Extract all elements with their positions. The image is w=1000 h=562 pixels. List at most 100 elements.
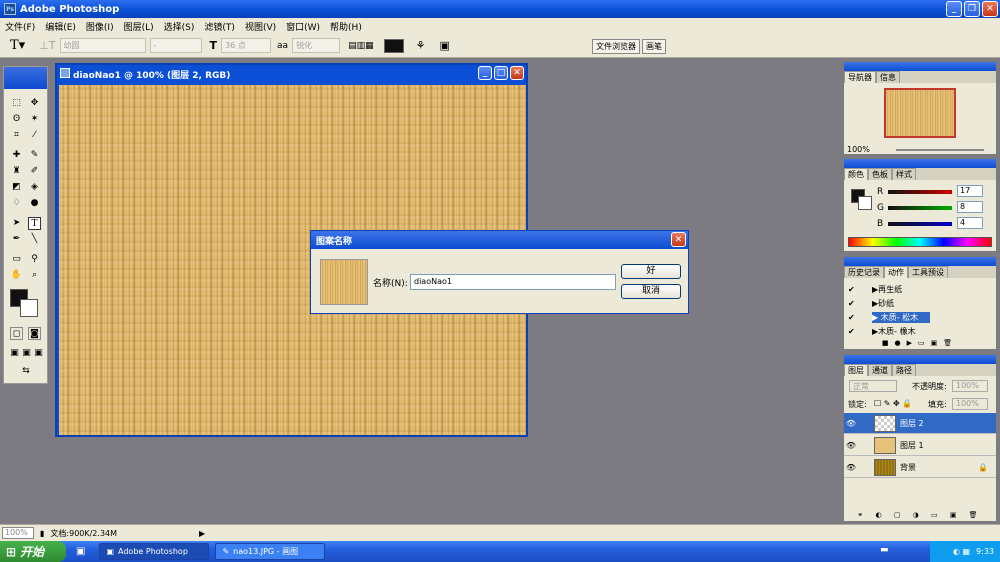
anti-alias-select[interactable]: 锐化 [292, 38, 341, 53]
background-color-swatch[interactable] [20, 299, 38, 317]
font-style-select[interactable]: - [149, 38, 202, 53]
r-slider[interactable] [888, 190, 952, 194]
quickmask-mode-icon[interactable]: ◙ [28, 327, 41, 340]
path-select-icon[interactable]: ➤ [10, 217, 23, 230]
g-slider[interactable] [888, 206, 952, 210]
fill-input[interactable]: 100% [952, 398, 988, 410]
move-tool-icon[interactable]: ✥ [28, 97, 41, 110]
menu-help[interactable]: 帮助(H) [325, 20, 367, 33]
tab-navigator[interactable]: 导航器 [844, 71, 876, 83]
lasso-tool-icon[interactable]: ʘ [10, 113, 23, 126]
tab-swatches[interactable]: 色板 [868, 168, 892, 180]
pattern-name-input[interactable]: diaoNao1 [410, 274, 616, 290]
ok-button[interactable]: 好 [621, 264, 681, 279]
bg-color-swatch[interactable] [858, 196, 872, 210]
tab-info[interactable]: 信息 [876, 71, 900, 83]
layer-row[interactable]: 👁 背景 🔒 [844, 457, 996, 478]
menu-filter[interactable]: 滤镜(T) [199, 20, 240, 33]
tab-brushes[interactable]: 画笔 [642, 39, 666, 54]
taskbar-item-paint[interactable]: ✎ nao13.JPG - 画图 [215, 543, 326, 560]
menu-window[interactable]: 窗口(W) [281, 20, 325, 33]
font-size-select[interactable]: 36 点 [221, 38, 272, 53]
menu-edit[interactable]: 编辑(E) [40, 20, 81, 33]
menu-image[interactable]: 图像(I) [81, 20, 119, 33]
eye-icon[interactable]: 👁 [844, 441, 858, 450]
taskbar-item-photoshop[interactable]: ▣ Adobe Photoshop [99, 543, 210, 560]
g-value[interactable]: 8 [957, 201, 983, 213]
color-spectrum-bar[interactable] [848, 237, 992, 247]
action-item[interactable]: ✔ ▶ 木质- 橡木 [844, 324, 996, 338]
align-buttons-icon[interactable]: ▤▥▦ [348, 41, 374, 51]
dialog-close-button[interactable]: ✕ [671, 232, 686, 247]
start-button[interactable]: ⊞ 开始 [0, 541, 66, 562]
clock[interactable]: 9:33 [976, 547, 994, 556]
navigator-thumbnail[interactable] [884, 88, 956, 138]
slice-tool-icon[interactable]: ⁄ [28, 129, 41, 142]
blur-tool-icon[interactable]: ♢ [10, 197, 23, 210]
close-button[interactable]: ✕ [982, 1, 998, 17]
text-color-swatch[interactable] [383, 38, 404, 53]
line-tool-icon[interactable]: ╲ [28, 233, 41, 246]
doc-close-button[interactable]: ✕ [510, 66, 524, 80]
layers-controls[interactable]: ⚭ ◐ ▢ ◑ ▭ ▣ 🗑 [844, 511, 996, 521]
minimize-button[interactable]: _ [946, 1, 962, 17]
lock-icons[interactable]: ☐ ✎ ✥ 🔒 [874, 399, 912, 408]
screen-mode-3-icon[interactable]: ▣ [32, 347, 45, 360]
tab-layers[interactable]: 图层 [844, 364, 868, 376]
tray-network-icon[interactable]: ▬ [880, 545, 889, 555]
menu-select[interactable]: 选择(S) [159, 20, 200, 33]
menu-layer[interactable]: 图层(L) [119, 20, 159, 33]
magic-wand-icon[interactable]: ✶ [28, 113, 41, 126]
paint-bucket-icon[interactable]: ◈ [28, 181, 41, 194]
eraser-tool-icon[interactable]: ◩ [10, 181, 23, 194]
eye-icon[interactable]: 👁 [844, 419, 858, 428]
crop-tool-icon[interactable]: ⌗ [10, 129, 23, 142]
tab-file-browser[interactable]: 文件浏览器 [592, 39, 640, 54]
history-brush-icon[interactable]: ✐ [28, 165, 41, 178]
stamp-tool-icon[interactable]: ♜ [10, 165, 23, 178]
navigator-zoom-slider[interactable] [896, 149, 984, 151]
tab-styles[interactable]: 样式 [892, 168, 916, 180]
tab-history[interactable]: 历史记录 [844, 266, 884, 278]
tab-channels[interactable]: 通道 [868, 364, 892, 376]
type-tool-icon[interactable]: T▾ [10, 38, 25, 53]
doc-maximize-button[interactable]: □ [494, 66, 508, 80]
zoom-tool-icon[interactable]: ⌕ [28, 269, 41, 282]
status-zoom[interactable]: 100% [2, 527, 34, 539]
blend-mode-select[interactable]: 正常 [849, 380, 897, 392]
pen-tool-icon[interactable]: ✒ [10, 233, 23, 246]
brush-tool-icon[interactable]: ✎ [28, 149, 41, 162]
layer-row-selected[interactable]: 👁 图层 2 [844, 413, 996, 434]
action-item-selected[interactable]: ✔ ▶ 木质- 松木 [844, 310, 996, 324]
jump-to-imageready-icon[interactable]: ⇆ [10, 365, 42, 378]
actions-controls[interactable]: ■●▶▭▣🗑 [844, 339, 996, 349]
tab-actions[interactable]: 动作 [884, 266, 908, 278]
quicklaunch-icon[interactable]: ▣ [76, 546, 85, 557]
menu-view[interactable]: 视图(V) [240, 20, 281, 33]
navigator-zoom[interactable]: 100% [847, 145, 870, 154]
status-menu-arrow-icon[interactable]: ▶ [199, 529, 205, 538]
orientation-icon[interactable]: ⊥T [39, 39, 55, 52]
action-item[interactable]: ✔ ▶ 再生纸 [844, 282, 996, 296]
tab-tool-presets[interactable]: 工具预设 [908, 266, 948, 278]
palette-toggle-icon[interactable]: ▣ [439, 39, 449, 52]
eyedropper-icon[interactable]: ⚲ [28, 253, 41, 266]
notes-tool-icon[interactable]: ▭ [10, 253, 23, 266]
type-tool-icon[interactable]: T [28, 217, 41, 230]
warp-text-icon[interactable]: ⚘ [416, 39, 426, 52]
tab-color[interactable]: 颜色 [844, 168, 868, 180]
action-item[interactable]: ✔ ▶ 砂纸 [844, 296, 996, 310]
font-family-select[interactable]: 幼圆 [59, 38, 146, 53]
r-value[interactable]: 17 [957, 185, 983, 197]
tab-paths[interactable]: 路径 [892, 364, 916, 376]
hand-tool-icon[interactable]: ✋ [10, 269, 23, 282]
doc-minimize-button[interactable]: _ [478, 66, 492, 80]
restore-button[interactable]: ❐ [964, 1, 980, 17]
b-slider[interactable] [888, 222, 952, 226]
marquee-tool-icon[interactable]: ⬚ [10, 97, 23, 110]
tray-icons[interactable]: ◐ ▦ [953, 547, 970, 556]
dodge-tool-icon[interactable]: ● [28, 197, 41, 210]
layer-row[interactable]: 👁 图层 1 [844, 435, 996, 456]
standard-mode-icon[interactable]: ◻ [10, 327, 23, 340]
eye-icon[interactable]: 👁 [844, 463, 858, 472]
